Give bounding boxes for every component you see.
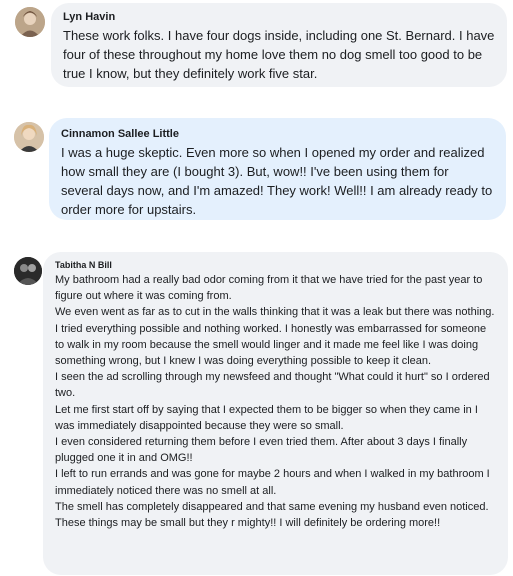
- profile-photo-icon: [14, 257, 42, 285]
- comment-paragraph: My bathroom had a really bad odor coming…: [55, 274, 483, 303]
- comment-paragraph: These things may be small but they r mig…: [55, 517, 441, 530]
- comment-paragraph: I left to run errands and was gone for m…: [55, 468, 490, 497]
- comment-paragraph: I even considered returning them before …: [55, 436, 468, 465]
- profile-photo-icon: [15, 7, 45, 37]
- comment-paragraph: I tried everything possible and nothing …: [55, 322, 487, 368]
- comment-text: These work folks. I have four dogs insid…: [63, 28, 495, 81]
- comment-paragraph: The smell has completely disappeared and…: [55, 500, 489, 513]
- avatar[interactable]: [14, 257, 42, 285]
- profile-photo-icon: [14, 122, 44, 152]
- comment-bubble: Tabitha N Bill My bathroom had a really …: [43, 252, 508, 575]
- comment-paragraph: I seen the ad scrolling through my newsf…: [55, 371, 490, 400]
- comment-paragraph: Let me first start off by saying that I …: [55, 403, 478, 432]
- comment-author[interactable]: Cinnamon Sallee Little: [61, 128, 494, 141]
- comment-text: I was a huge skeptic. Even more so when …: [61, 145, 493, 217]
- comment-bubble: Lyn Havin These work folks. I have four …: [51, 3, 507, 87]
- comment-author[interactable]: Lyn Havin: [63, 11, 495, 24]
- comment-bubble: Cinnamon Sallee Little I was a huge skep…: [49, 118, 506, 220]
- comment-author[interactable]: Tabitha N Bill: [55, 260, 496, 271]
- comment-text: My bathroom had a really bad odor coming…: [55, 272, 496, 531]
- avatar[interactable]: [15, 7, 45, 37]
- avatar[interactable]: [14, 122, 44, 152]
- comment-paragraph: We even went as far as to cut in the wal…: [55, 306, 495, 319]
